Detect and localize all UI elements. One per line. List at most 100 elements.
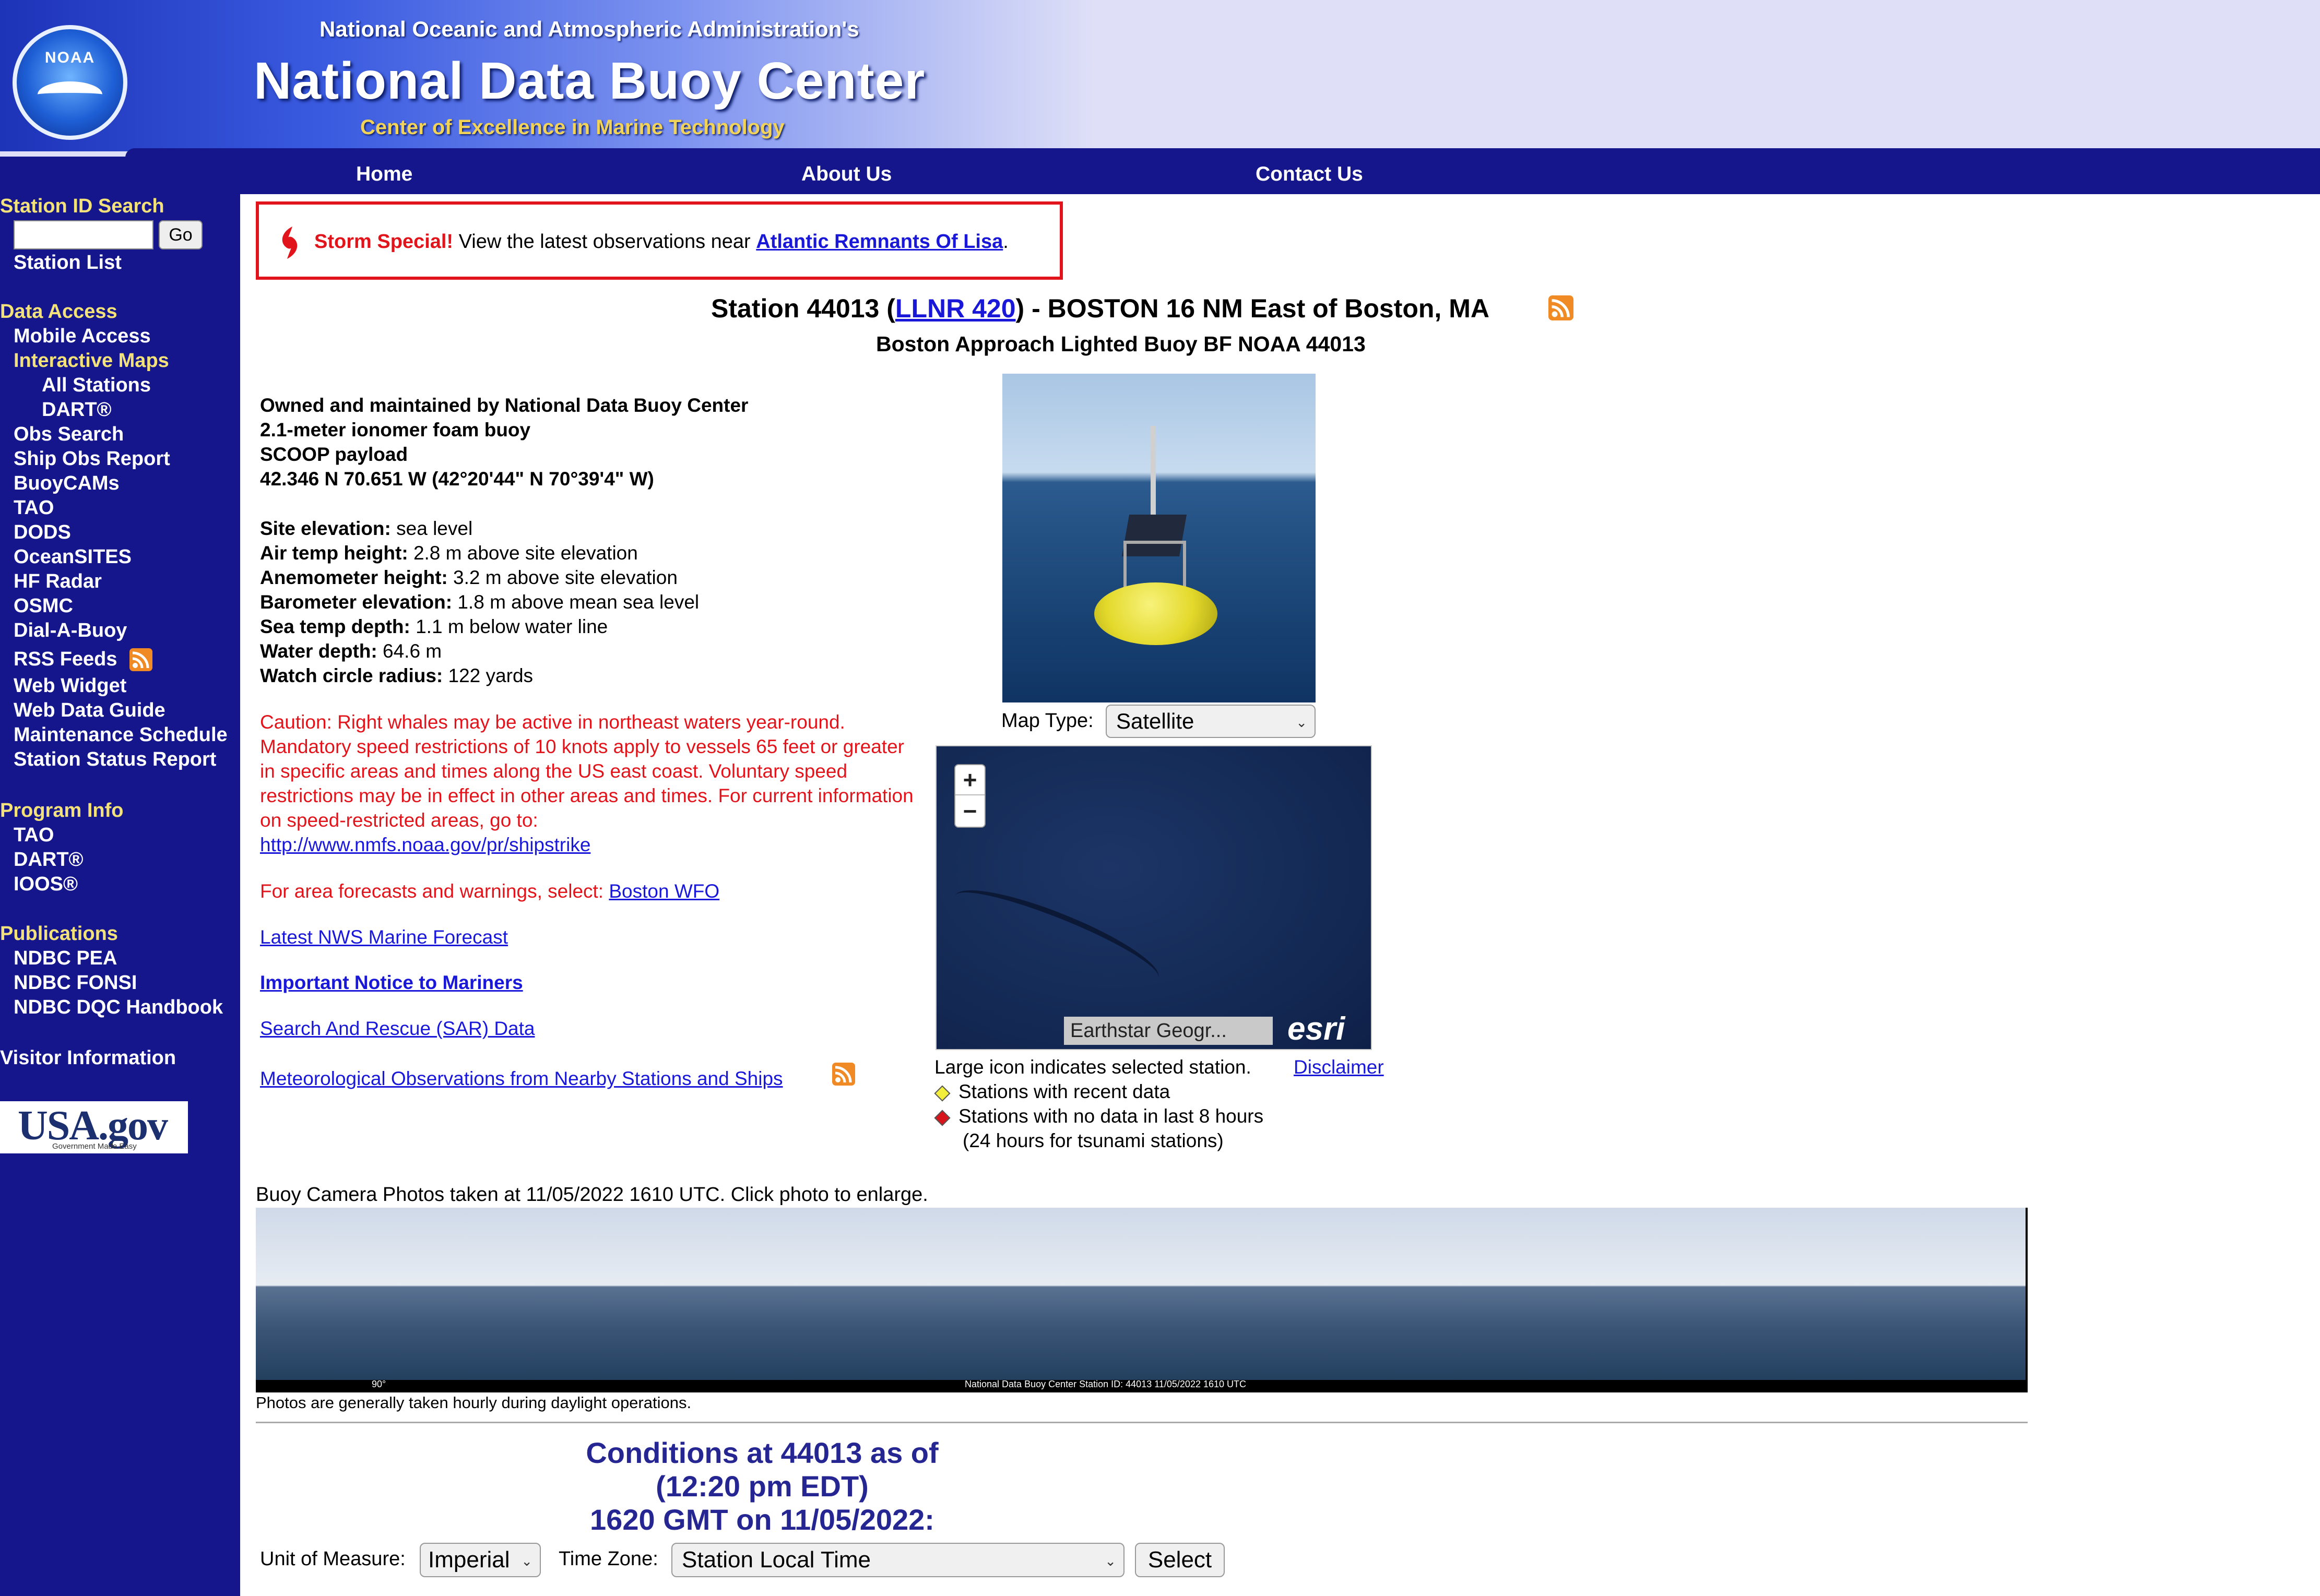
spec-value: 122 yards	[443, 665, 534, 686]
spec-value: sea level	[390, 518, 473, 539]
sidebar-item-all-stations[interactable]: All Stations	[42, 374, 151, 397]
sidebar-item-hf-radar[interactable]: HF Radar	[14, 570, 102, 593]
boston-wfo-link[interactable]: Boston WFO	[609, 880, 719, 902]
nav-home[interactable]: Home	[356, 163, 412, 186]
spec-barometer-elevation: Barometer elevation: 1.8 m above mean se…	[260, 591, 699, 613]
sidebar-item-web-data-guide[interactable]: Web Data Guide	[14, 699, 165, 722]
sidebar-item-maintenance-schedule[interactable]: Maintenance Schedule	[14, 724, 228, 746]
buoy-photo[interactable]	[1002, 374, 1316, 702]
buoy-camera-strip[interactable]: 90° National Data Buoy Center Station ID…	[256, 1208, 2028, 1392]
right-whale-caution: Caution: Right whales may be active in n…	[260, 710, 918, 857]
station-map[interactable]: + − Earthstar Geogr... esri	[936, 745, 1372, 1050]
no-data-marker-icon	[934, 1110, 951, 1126]
legend-no-data: Stations with no data in last 8 hours	[958, 1105, 1264, 1127]
sidebar-item-dart-map[interactable]: DART®	[42, 399, 112, 421]
spec-label: Water depth:	[260, 640, 377, 662]
spec-value: 3.2 m above site elevation	[447, 567, 678, 588]
station-title-suffix: ) - BOSTON 16 NM East of Boston, MA	[1015, 294, 1489, 323]
legend-recent-data: Stations with recent data	[958, 1081, 1170, 1102]
sidebar-item-program-dart[interactable]: DART®	[14, 849, 84, 871]
sidebar-item-interactive-maps[interactable]: Interactive Maps	[14, 350, 169, 372]
sidebar-item-visitor-information[interactable]: Visitor Information	[0, 1047, 176, 1069]
storm-alert-link[interactable]: Atlantic Remnants Of Lisa	[756, 231, 1003, 253]
header-agency: National Oceanic and Atmospheric Adminis…	[319, 17, 859, 41]
spec-sea-temp-depth: Sea temp depth: 1.1 m below water line	[260, 616, 608, 638]
sidebar-item-osmc[interactable]: OSMC	[14, 595, 73, 617]
nav-contact-us[interactable]: Contact Us	[1256, 163, 1363, 186]
station-payload: SCOOP payload	[260, 444, 408, 465]
spec-label: Barometer elevation:	[260, 591, 453, 613]
sidebar-item-ndbc-pea[interactable]: NDBC PEA	[14, 947, 117, 970]
station-title-prefix: Station 44013 (	[711, 294, 895, 323]
sidebar-item-dods[interactable]: DODS	[14, 521, 71, 544]
spec-water-depth: Water depth: 64.6 m	[260, 640, 442, 662]
storm-alert-label: Storm Special!	[314, 231, 454, 253]
sidebar-item-dial-a-buoy[interactable]: Dial-A-Buoy	[14, 620, 127, 642]
camera-photo-1	[256, 1208, 551, 1380]
zoom-in-button[interactable]: +	[955, 765, 985, 795]
time-zone-select[interactable]: Station Local Time ⌄	[671, 1543, 1125, 1577]
map-attribution[interactable]: Earthstar Geogr...	[1064, 1017, 1273, 1045]
spec-label: Anemometer height:	[260, 567, 448, 588]
sidebar-item-mobile-access[interactable]: Mobile Access	[14, 325, 151, 348]
esri-logo: esri	[1287, 1011, 1345, 1047]
spec-label: Sea temp depth:	[260, 616, 410, 637]
sidebar-item-buoycams[interactable]: BuoyCAMs	[14, 472, 120, 495]
select-button[interactable]: Select	[1135, 1543, 1225, 1577]
station-hull: 2.1-meter ionomer foam buoy	[260, 419, 531, 440]
map-disclaimer-link[interactable]: Disclaimer	[1294, 1056, 1384, 1078]
rss-icon[interactable]	[129, 648, 152, 671]
sidebar-item-ndbc-fonsi[interactable]: NDBC FONSI	[14, 972, 137, 994]
shipstrike-link[interactable]: http://www.nmfs.noaa.gov/pr/shipstrike	[260, 834, 590, 855]
chevron-down-icon: ⌄	[1296, 714, 1307, 730]
zoom-out-button[interactable]: −	[955, 796, 985, 827]
sidebar-item-tao[interactable]: TAO	[14, 497, 54, 519]
spec-value: 1.8 m above mean sea level	[452, 591, 700, 613]
sidebar-item-obs-search[interactable]: Obs Search	[14, 423, 124, 446]
sidebar-item-oceansites[interactable]: OceanSITES	[14, 546, 132, 568]
noaa-bird-icon	[38, 81, 102, 108]
unit-of-measure-select[interactable]: Imperial ⌄	[420, 1543, 541, 1577]
station-search-go-button[interactable]: Go	[159, 220, 203, 249]
recent-data-marker-icon	[934, 1085, 951, 1102]
sidebar-item-rss-feeds[interactable]: RSS Feeds	[14, 648, 117, 671]
nearby-observations-link[interactable]: Meteorological Observations from Nearby …	[260, 1068, 783, 1090]
spec-air-temp-height: Air temp height: 2.8 m above site elevat…	[260, 542, 638, 564]
usagov-logo[interactable]: USA.gov Government Made Easy	[0, 1101, 188, 1153]
storm-alert-end: .	[1003, 231, 1009, 253]
sar-data-link[interactable]: Search And Rescue (SAR) Data	[260, 1018, 535, 1040]
station-subtitle: Boston Approach Lighted Buoy BF NOAA 440…	[876, 332, 1366, 356]
station-owner: Owned and maintained by National Data Bu…	[260, 395, 749, 416]
noaa-logo[interactable]: NOAA	[13, 25, 127, 140]
map-type-select[interactable]: Satellite ⌄	[1106, 705, 1316, 738]
sidebar-item-ioos[interactable]: IOOS®	[14, 873, 78, 896]
buoy-camera-caption: Buoy Camera Photos taken at 11/05/2022 1…	[256, 1184, 928, 1206]
site-title: National Data Buoy Center	[254, 52, 926, 110]
sidebar-item-station-list[interactable]: Station List	[14, 252, 122, 274]
station-title: Station 44013 (LLNR 420) - BOSTON 16 NM …	[0, 293, 2320, 324]
storm-alert-text: Storm Special! View the latest observati…	[314, 231, 1009, 253]
station-id-input[interactable]	[14, 220, 153, 249]
station-location: 42.346 N 70.651 W (42°20'44" N 70°39'4" …	[260, 468, 654, 490]
sidebar-item-dqc-handbook[interactable]: NDBC DQC Handbook	[14, 996, 223, 1019]
station-rss-icon[interactable]	[1548, 295, 1573, 320]
storm-alert: Storm Special! View the latest observati…	[256, 201, 1063, 280]
notice-to-mariners-link[interactable]: Important Notice to Mariners	[260, 972, 523, 994]
spec-site-elevation: Site elevation: sea level	[260, 518, 472, 540]
sidebar-item-web-widget[interactable]: Web Widget	[14, 675, 126, 697]
sidebar-item-program-tao[interactable]: TAO	[14, 824, 54, 847]
sidebar-item-ship-obs-report[interactable]: Ship Obs Report	[14, 448, 170, 470]
marine-forecast-link[interactable]: Latest NWS Marine Forecast	[260, 926, 508, 948]
camera-photo-6	[1731, 1208, 2026, 1380]
llnr-link[interactable]: LLNR 420	[895, 294, 1016, 323]
storm-alert-message: View the latest observations near	[453, 231, 756, 253]
unit-of-measure-value: Imperial	[428, 1547, 510, 1573]
nav-about-us[interactable]: About Us	[801, 163, 892, 186]
sidebar-item-station-status-report[interactable]: Station Status Report	[14, 748, 216, 771]
sidebar: Station ID Search Go Station List Data A…	[0, 194, 240, 1596]
station-search-heading: Station ID Search	[0, 195, 164, 217]
spec-anemometer-height: Anemometer height: 3.2 m above site elev…	[260, 567, 678, 589]
map-legend-note: Large icon indicates selected station.	[934, 1056, 1251, 1078]
nearby-rss-icon[interactable]	[832, 1063, 855, 1086]
hurricane-icon	[282, 227, 298, 259]
